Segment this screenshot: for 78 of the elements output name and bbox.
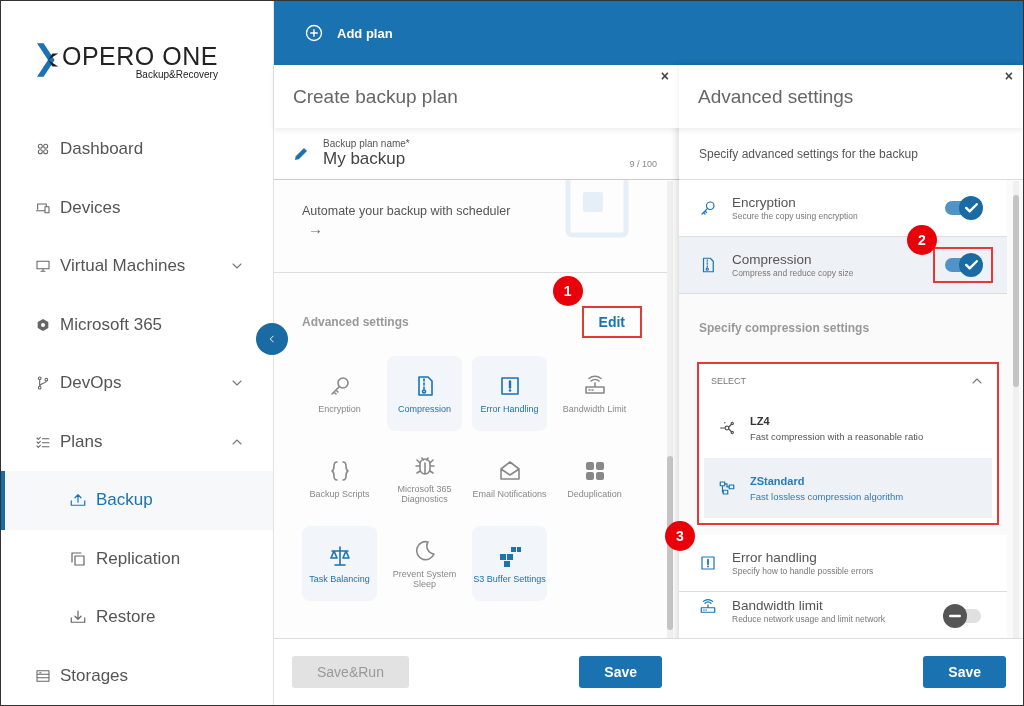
edit-button[interactable]: Edit [581,306,642,338]
section-heading: Specify compression settings [698,320,871,337]
option-description: Fast compression with a reasonable ratio [750,430,924,442]
copy-icon [69,549,87,568]
feature-tile[interactable]: Encryption [302,356,377,431]
close-button[interactable]: × [1004,69,1013,83]
arrow-link[interactable]: → [302,220,511,237]
setting-description: Secure the copy using encryption [732,211,859,221]
select-label: SELECT [711,376,746,386]
sidebar-subitem[interactable]: Replication [1,529,273,588]
feature-tile[interactable]: Deduplication [557,441,632,516]
character-counter: 9 / 100 [629,159,657,171]
feature-tile[interactable]: Error Handling [472,356,547,431]
setting-title: Encryption [732,195,797,210]
feature-tile[interactable]: Task Balancing [302,526,377,601]
feature-tile[interactable]: Backup Scripts [302,441,377,516]
envelope-icon [497,458,522,483]
calendar-illustration [565,180,629,238]
option-title: ZStandard [750,474,806,487]
check-icon [964,260,978,270]
scheduler-text: Automate your backup with scheduler [302,204,511,218]
storage-icon [35,667,51,684]
dropdown-option[interactable]: LZ4 Fast compression with a reasonable ratio [704,398,992,458]
scrollbar[interactable] [1013,181,1019,639]
setting-title: Compression [732,252,813,267]
check-icon [964,203,978,213]
nodes-icon [718,419,736,437]
feature-tile[interactable]: Email Notifications [472,441,547,516]
feature-tile[interactable]: Bandwidth Limit [557,356,632,431]
sidebar-item[interactable]: Virtual Machines [1,237,255,296]
logo-tagline: Backup&Recovery [135,69,218,81]
field-label: Backup plan name* [323,138,411,149]
toggle-switch[interactable] [943,252,983,278]
option-description: Fast lossless compression algorithm [750,490,904,502]
setting-title: Error handling [732,550,818,565]
close-button[interactable]: × [660,69,669,83]
setting-description: Reduce network usage and limit network [732,614,887,624]
router-icon [699,598,717,616]
sidebar-item[interactable]: Dashboard [1,120,255,179]
sidebar-subitem[interactable]: Restore [1,588,273,647]
flow-icon [718,479,736,497]
sidebar-item[interactable]: Microsoft 365 [1,295,255,354]
add-plan-button[interactable]: Add plan [304,23,393,43]
option-title: LZ4 [750,414,771,427]
field-value: My backup [323,149,407,169]
setting-row[interactable]: Bandwidth limit Reduce network usage and limit network [679,592,1007,638]
key-icon [699,199,717,217]
branch-icon [35,375,51,392]
setting-description: Specify how to handle possible errors [732,566,875,576]
sidebar-item[interactable]: Plans [1,412,255,471]
sidebar-item[interactable]: Devices [1,178,255,237]
select-dropdown[interactable]: SELECT LZ4 Fast compression with a reasonable ratio ZStandard Fast lossless compression algorithm [697,362,999,525]
feature-tile[interactable]: Prevent System Sleep [387,526,462,601]
logo-name: OPERO ONE [62,43,218,69]
setting-title: Bandwidth limit [732,598,824,613]
hexagon-icon [35,316,51,333]
panel-title: Advanced settings [698,85,854,108]
scrollbar[interactable] [667,181,673,639]
plus-circle-icon [304,23,324,43]
toggle-switch[interactable] [943,603,983,629]
sidebar-item[interactable]: Storages [1,646,255,705]
feature-tile[interactable]: Compression [387,356,462,431]
section-label: Advanced settings [302,315,409,329]
sidebar-item[interactable]: DevOps [1,354,255,413]
dropdown-option[interactable]: ZStandard Fast lossless compression algorithm [704,458,992,518]
alert-icon [699,554,717,572]
toggle-switch[interactable] [943,195,983,221]
scale-icon [327,543,352,568]
sidebar-subitem[interactable]: Backup [1,471,273,530]
panel-title: Create backup plan [293,85,458,108]
save-button[interactable]: Save [579,656,662,688]
feature-tile[interactable]: Microsoft 365 Diagnostics [387,441,462,516]
minus-icon [949,614,961,618]
monitor-icon [35,258,51,275]
feature-tile[interactable]: S3 Buffer Settings [472,526,547,601]
save-button[interactable]: Save [923,656,1006,688]
step-marker: 1 [552,276,583,306]
setting-description: Compress and reduce copy size [732,268,855,278]
